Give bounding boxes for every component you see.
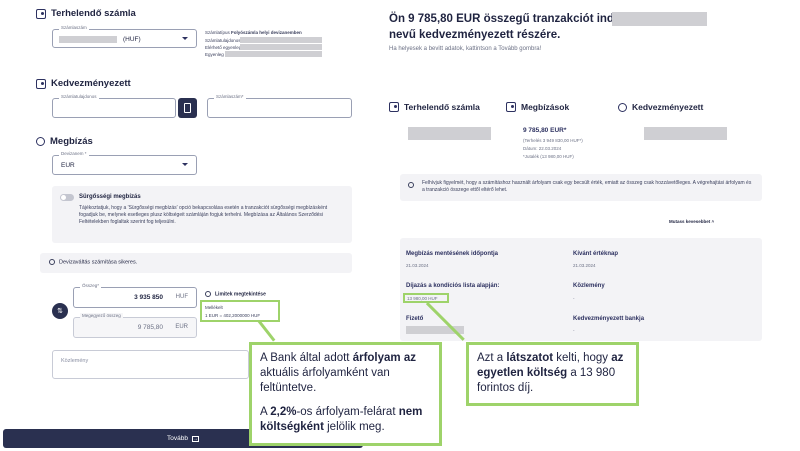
currency-select[interactable]: Devizanem * EUR — [52, 151, 197, 175]
screenshot-frame: Terhelendő számla Számlaszám (HUF) Száml… — [0, 0, 800, 451]
summary-headline-1: Ön 9 785,80 EUR összegű tranzakciót indí… — [389, 13, 621, 25]
document-icon — [506, 102, 516, 112]
link-icon — [36, 137, 45, 146]
order-title: Megbízás — [36, 136, 93, 147]
summary-col-beneficiary: Kedvezményezett — [618, 102, 703, 112]
redacted-source-account — [408, 127, 491, 140]
summary-col-source: Terhelendő számla — [389, 102, 480, 112]
info-icon — [408, 182, 414, 188]
summary-subline: Ha helyesek a bevitt adatok, kattintson … — [389, 46, 542, 52]
urgent-order-box: Sürgősségi megbízás Tájékoztatjuk, hogy … — [52, 186, 352, 243]
chevron-down-icon — [182, 163, 188, 166]
limits-link[interactable]: Limitek megtekintése — [205, 291, 266, 297]
callout-fee: Azt a látszatot kelti, hogy az egyetlen … — [466, 342, 639, 406]
urgent-toggle[interactable] — [60, 194, 74, 201]
fee-highlight: 13 980,00 HUF — [403, 293, 449, 303]
wallet-icon — [36, 8, 46, 19]
arrow-right-icon: → — [191, 435, 199, 442]
wallet-icon — [36, 78, 46, 89]
estimate-notice: Felhívjuk figyelmét, hogy a számításhoz … — [400, 174, 762, 201]
address-book-icon — [184, 103, 191, 113]
swap-arrows-icon: ⇅ — [57, 308, 63, 315]
address-book-button[interactable] — [178, 98, 197, 118]
wallet-icon — [389, 102, 399, 112]
exchange-rate-box: Mellékelt 1 EUR = 402,2000000 HUF — [200, 300, 280, 322]
info-icon — [49, 259, 55, 265]
beneficiary-title: Kedvezményezett — [36, 78, 131, 89]
chevron-up-icon: ˄ — [711, 219, 715, 224]
link-icon — [618, 102, 627, 112]
summary-col-orders: Megbízások — [506, 102, 569, 112]
info-icon — [205, 291, 211, 297]
redacted-beneficiary — [612, 12, 707, 26]
source-account-title: Terhelendő számla — [36, 8, 136, 19]
beneficiary-name-input[interactable]: Számlatulajdonos — [52, 94, 176, 118]
show-less-toggle[interactable]: Mutass kevesebbet ˄ — [669, 219, 714, 224]
converted-amount-field: Megegyező összeg 9 785,80 EUR — [73, 313, 197, 338]
redacted-beneficiary-account — [644, 127, 727, 140]
callout-exchange-rate: A Bank által adott árfolyam az aktuális … — [249, 342, 442, 446]
conversion-status-bar: Devizaváltás számítása sikeres. — [40, 253, 352, 273]
swap-currency-button[interactable]: ⇅ — [52, 303, 68, 319]
summary-headline-2: nevű kedvezményezett részére. — [389, 29, 561, 41]
beneficiary-account-input[interactable]: Számlaszám* — [207, 94, 352, 118]
details-panel: Megbízás mentésének időpontja 21.03.2024… — [400, 238, 762, 341]
comment-input[interactable]: Közlemény — [52, 350, 249, 379]
order-amount: 9 785,80 EUR* — [523, 127, 567, 134]
source-account-select[interactable]: Számlaszám (HUF) — [52, 25, 197, 48]
chevron-down-icon — [182, 36, 188, 40]
redacted-account-number — [59, 36, 117, 43]
amount-input[interactable]: Összeg* 3 935 850 HUF — [73, 283, 197, 308]
